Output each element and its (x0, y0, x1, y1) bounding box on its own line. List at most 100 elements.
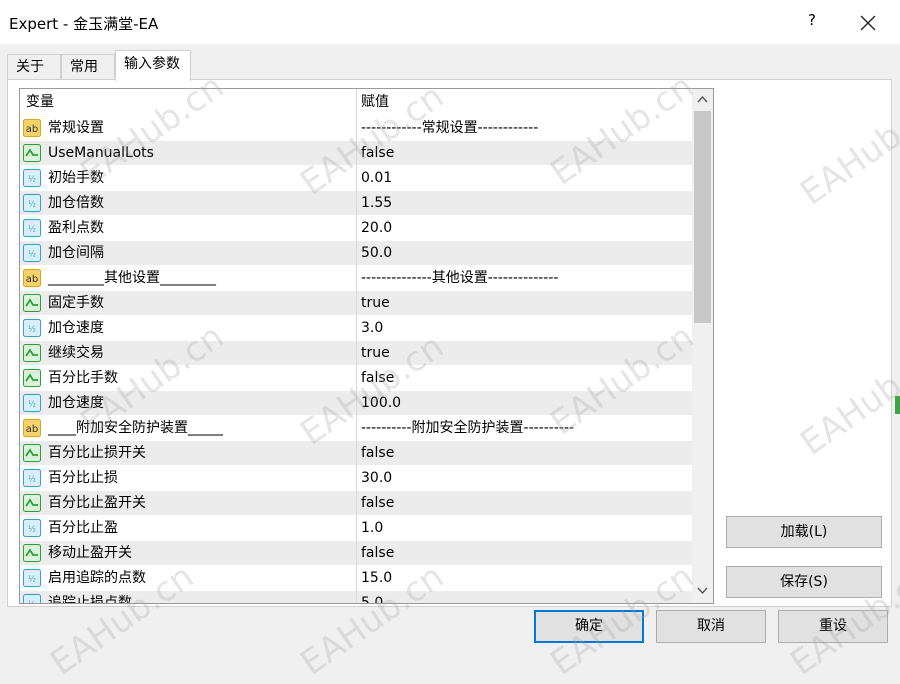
table-row[interactable]: ½ 加仓倍数 1.55 (20, 191, 692, 216)
parameter-value[interactable]: true (361, 341, 390, 366)
cell-divider (356, 191, 357, 216)
scrollbar-thumb[interactable] (694, 111, 711, 323)
column-divider[interactable] (356, 89, 357, 116)
cell-divider (356, 541, 357, 566)
parameter-value[interactable]: 20.0 (361, 216, 392, 241)
string-type-icon: ab (23, 419, 41, 437)
number-type-icon: ½ (23, 469, 41, 487)
parameter-name: 移动止盈开关 (48, 545, 132, 561)
svg-text:½: ½ (28, 200, 36, 209)
ok-button[interactable]: 确定 (534, 610, 644, 643)
parameter-name: 加仓速度 (48, 320, 104, 336)
parameter-value[interactable]: 1.0 (361, 516, 383, 541)
table-row[interactable]: 固定手数 true (20, 291, 692, 316)
parameter-name: 百分比止损开关 (48, 445, 146, 461)
tab-about[interactable]: 关于 (7, 54, 61, 80)
parameter-value[interactable]: 0.01 (361, 166, 392, 191)
parameter-value[interactable]: false (361, 441, 394, 466)
parameter-name: 盈利点数 (48, 220, 104, 236)
table-row[interactable]: ½ 加仓间隔 50.0 (20, 241, 692, 266)
table-row[interactable]: 移动止盈开关 false (20, 541, 692, 566)
table-row[interactable]: ½ 百分比止盈 1.0 (20, 516, 692, 541)
table-row[interactable]: ½ 初始手数 0.01 (20, 166, 692, 191)
parameter-value[interactable]: false (361, 541, 394, 566)
svg-text:½: ½ (28, 250, 36, 259)
help-button[interactable]: ? (803, 11, 821, 33)
table-row[interactable]: ab ________其他设置________ --------------其他设置… (20, 266, 692, 291)
table-row[interactable]: ½ 加仓速度 3.0 (20, 316, 692, 341)
string-type-icon: ab (23, 269, 41, 287)
table-row[interactable]: ½ 加仓速度 100.0 (20, 391, 692, 416)
table-row[interactable]: ½ 盈利点数 20.0 (20, 216, 692, 241)
svg-text:½: ½ (28, 325, 36, 334)
title-bar: Expert - 金玉满堂-EA ? (0, 0, 900, 44)
parameter-name: UseManualLots (48, 145, 154, 161)
parameter-value[interactable]: --------------其他设置-------------- (361, 266, 558, 291)
table-row[interactable]: 继续交易 true (20, 341, 692, 366)
bool-type-icon (23, 494, 41, 512)
svg-text:½: ½ (28, 525, 36, 534)
parameter-value[interactable]: ------------常规设置------------ (361, 116, 538, 141)
parameter-name: 加仓速度 (48, 395, 104, 411)
load-button[interactable]: 加载(L) (726, 516, 882, 548)
scroll-up-icon[interactable] (696, 93, 709, 106)
cell-divider (356, 341, 357, 366)
parameter-value[interactable]: 1.55 (361, 191, 392, 216)
cell-divider (356, 466, 357, 491)
parameter-value[interactable]: false (361, 491, 394, 516)
number-type-icon: ½ (23, 394, 41, 412)
table-row[interactable]: UseManualLots false (20, 141, 692, 166)
bool-type-icon (23, 444, 41, 462)
svg-text:½: ½ (28, 575, 36, 584)
bool-type-icon (23, 369, 41, 387)
tab-common[interactable]: 常用 (61, 54, 115, 80)
parameter-name: 百分比止损 (48, 470, 118, 486)
number-type-icon: ½ (23, 594, 41, 603)
parameter-name: ________其他设置________ (48, 270, 216, 286)
parameter-name: 启用追踪的点数 (48, 570, 146, 586)
table-row[interactable]: ½ 启用追踪的点数 15.0 (20, 566, 692, 591)
table-row[interactable]: 百分比止盈开关 false (20, 491, 692, 516)
number-type-icon: ½ (23, 169, 41, 187)
column-header-value[interactable]: 赋值 (361, 89, 389, 116)
scroll-down-icon[interactable] (696, 584, 709, 597)
parameter-value[interactable]: 50.0 (361, 241, 392, 266)
table-row[interactable]: 百分比止损开关 false (20, 441, 692, 466)
edge-decoration (895, 396, 900, 414)
parameter-name: 加仓倍数 (48, 195, 104, 211)
number-type-icon: ½ (23, 569, 41, 587)
cell-divider (356, 491, 357, 516)
parameter-value[interactable]: 15.0 (361, 566, 392, 591)
cell-divider (356, 416, 357, 441)
table-row[interactable]: ½ 追踪止损点数 5.0 (20, 591, 692, 603)
parameter-name: 加仓间隔 (48, 245, 104, 261)
cancel-button[interactable]: 取消 (656, 610, 766, 643)
table-row[interactable]: 百分比手数 false (20, 366, 692, 391)
parameter-value[interactable]: 30.0 (361, 466, 392, 491)
parameter-value[interactable]: false (361, 141, 394, 166)
table-row[interactable]: ab ____附加安全防护装置_____ ----------附加安全防护装置---… (20, 416, 692, 441)
vertical-scrollbar[interactable] (692, 89, 713, 603)
parameter-value[interactable]: true (361, 291, 390, 316)
table-row[interactable]: ab 常规设置 ------------常规设置------------ (20, 116, 692, 141)
bool-type-icon (23, 294, 41, 312)
save-button[interactable]: 保存(S) (726, 566, 882, 598)
svg-text:½: ½ (28, 475, 36, 484)
parameter-value[interactable]: 5.0 (361, 591, 383, 603)
number-type-icon: ½ (23, 219, 41, 237)
column-header-variable[interactable]: 变量 (26, 89, 54, 116)
svg-text:½: ½ (28, 400, 36, 409)
tab-inputs[interactable]: 输入参数 (115, 50, 191, 81)
reset-button[interactable]: 重设 (778, 610, 888, 643)
parameter-name: 初始手数 (48, 170, 104, 186)
cell-divider (356, 216, 357, 241)
parameter-name: 百分比手数 (48, 370, 118, 386)
parameter-value[interactable]: 3.0 (361, 316, 383, 341)
parameter-value[interactable]: false (361, 366, 394, 391)
number-type-icon: ½ (23, 244, 41, 262)
table-row[interactable]: ½ 百分比止损 30.0 (20, 466, 692, 491)
close-icon[interactable] (856, 11, 880, 35)
parameter-value[interactable]: 100.0 (361, 391, 401, 416)
cell-divider (356, 241, 357, 266)
parameter-value[interactable]: ----------附加安全防护装置---------- (361, 416, 574, 441)
